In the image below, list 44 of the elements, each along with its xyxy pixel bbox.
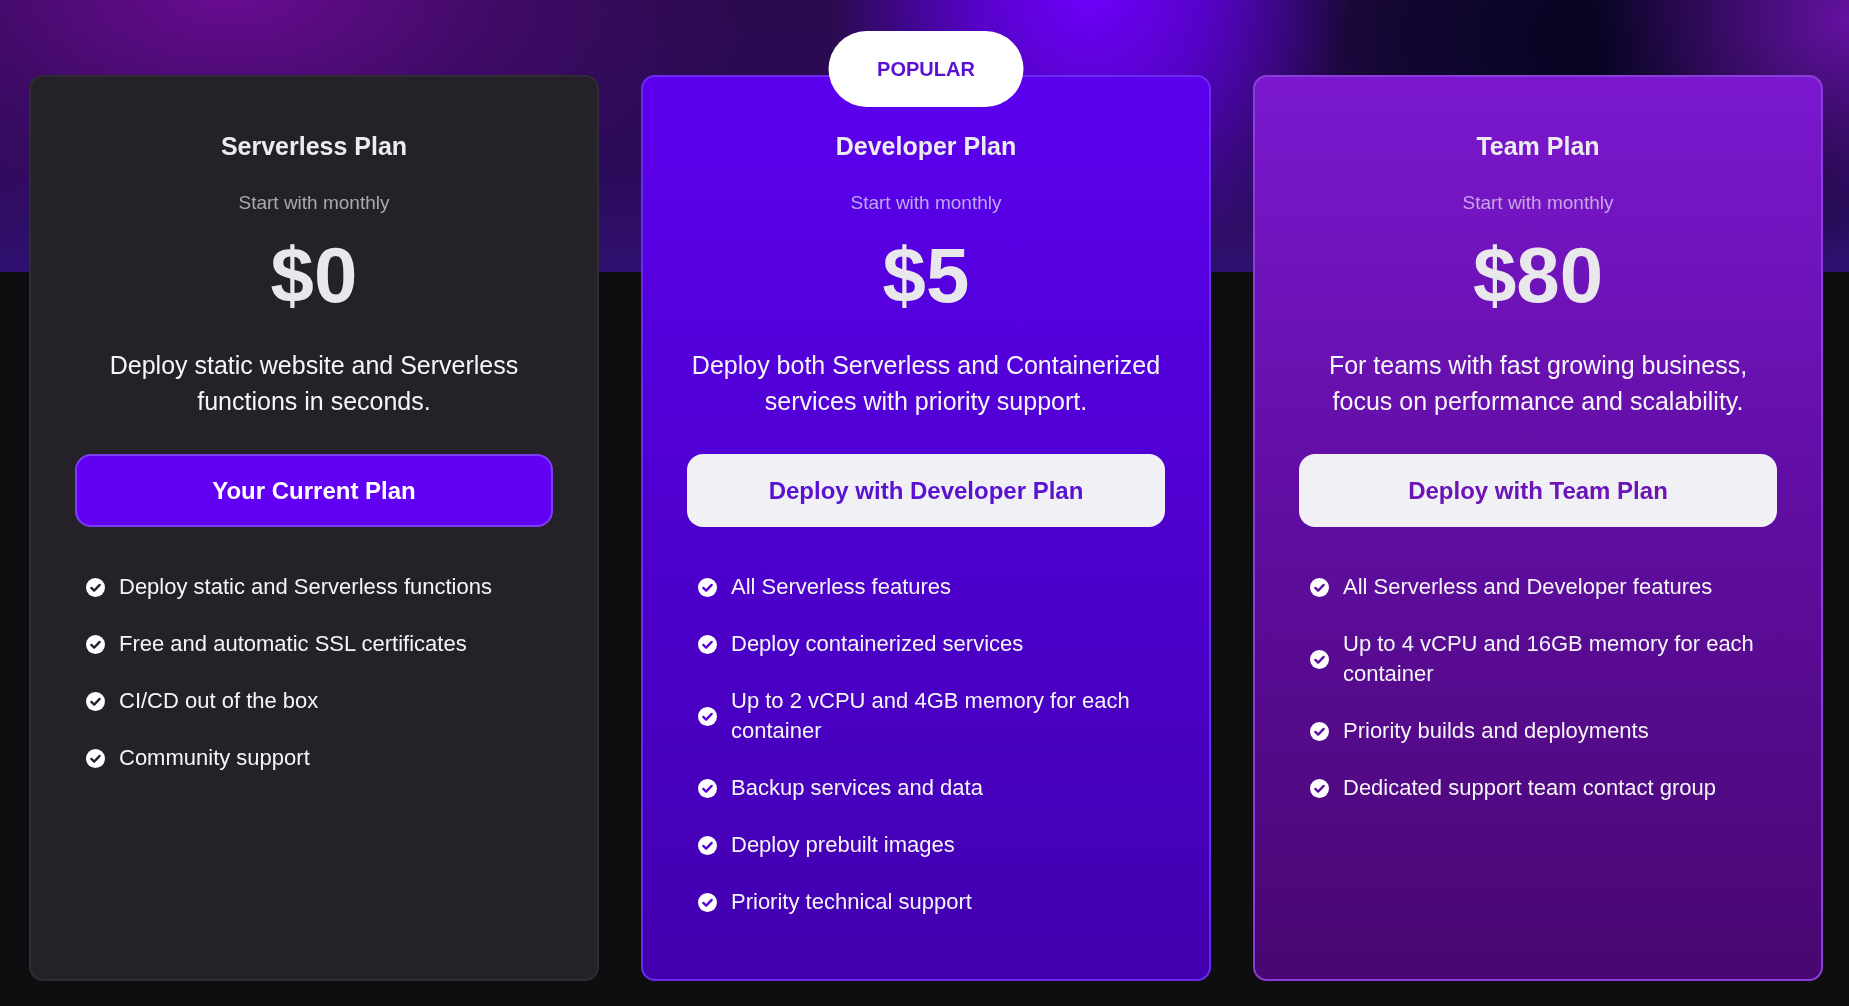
plan-title: Serverless Plan <box>220 131 408 162</box>
feature-text: Deploy static and Serverless functions <box>119 573 492 601</box>
check-circle-icon <box>1310 649 1329 669</box>
plan-title: Team Plan <box>1476 131 1600 162</box>
feature-text: Priority technical support <box>731 888 972 916</box>
check-circle-icon <box>698 634 717 654</box>
feature-text: All Serverless features <box>731 573 952 601</box>
check-circle-icon <box>1310 778 1329 798</box>
feature-text: Dedicated support team contact group <box>1343 774 1716 802</box>
plan-button[interactable]: Your Current Plan <box>75 454 553 527</box>
plan-description: Deploy static website and Serverless functions in seconds. <box>108 350 520 417</box>
plan-description: Deploy both Serverless and Containerized services with priority support. <box>690 350 1162 417</box>
check-circle-icon <box>698 577 717 597</box>
plan-price: $5 <box>882 235 970 315</box>
plan-button[interactable]: Deploy with Developer Plan <box>687 454 1165 527</box>
plan-price: $80 <box>1472 235 1604 315</box>
feature-text: Community support <box>119 744 310 772</box>
check-circle-icon <box>698 706 717 726</box>
check-circle-icon <box>86 634 105 654</box>
plan-description: For teams with fast growing business, focus on performance and scalability. <box>1327 350 1749 417</box>
check-circle-icon <box>1310 577 1329 597</box>
feature-text: Deploy containerized services <box>731 630 1024 658</box>
feature-text: Backup services and data <box>731 774 983 802</box>
plan-button[interactable]: Deploy with Team Plan <box>1299 454 1777 527</box>
check-circle-icon <box>86 691 105 711</box>
check-circle-icon <box>698 892 717 912</box>
popular-badge: POPULAR <box>828 31 1024 107</box>
plan-subtitle: Start with monthly <box>238 191 390 215</box>
feature-text: All Serverless and Developer features <box>1343 573 1713 601</box>
feature-text: Up to 4 vCPU and 16GB memory for each container <box>1343 630 1755 688</box>
check-circle-icon <box>86 748 105 768</box>
check-circle-icon <box>698 778 717 798</box>
plan-subtitle: Start with monthly <box>850 191 1002 215</box>
check-circle-icon <box>698 835 717 855</box>
plan-price: $0 <box>270 235 358 315</box>
feature-text: Deploy prebuilt images <box>731 831 955 859</box>
plan-subtitle: Start with monthly <box>1462 191 1614 215</box>
plan-title: Developer Plan <box>835 131 1017 162</box>
feature-text: Free and automatic SSL certificates <box>119 630 467 658</box>
check-circle-icon <box>86 577 105 597</box>
feature-text: Priority builds and deployments <box>1343 717 1649 745</box>
check-circle-icon <box>1310 721 1329 741</box>
feature-text: CI/CD out of the box <box>119 687 319 715</box>
feature-text: Up to 2 vCPU and 4GB memory for each container <box>731 687 1131 745</box>
